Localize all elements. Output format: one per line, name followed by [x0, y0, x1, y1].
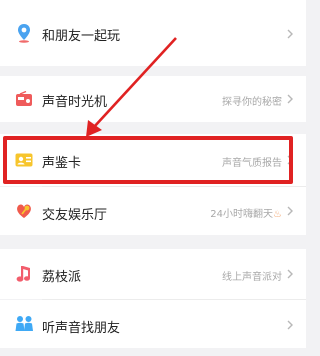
chevron-right-icon: [287, 206, 293, 216]
menu-item-label: 和朋友一起玩: [42, 29, 121, 44]
menu-item-label: 听声音找朋友: [42, 321, 121, 336]
menu-item-subtitle: 声音气质报告: [222, 158, 282, 169]
menu-item-voice-card[interactable]: 声鉴卡 声音气质报告: [0, 134, 306, 186]
menu-item-voice-find-friends[interactable]: 听声音找朋友: [0, 300, 306, 348]
menu-item-voice-time-machine[interactable]: 声音时光机 探寻你的秘密: [0, 76, 306, 122]
subtitle-text: 24小时嗨翻天: [210, 209, 274, 220]
chevron-right-icon: [287, 320, 293, 330]
menu-item-label: 荔枝派: [42, 270, 82, 285]
people-icon: [14, 314, 34, 334]
menu-item-subtitle: 探寻你的秘密: [222, 97, 282, 108]
chevron-right-icon: [287, 29, 293, 39]
chevron-right-icon: [287, 269, 293, 279]
id-card-icon: [14, 150, 34, 170]
menu-item-play-with-friends[interactable]: 和朋友一起玩: [0, 0, 306, 66]
radio-icon: [14, 89, 34, 109]
menu-item-friend-entertainment[interactable]: 交友娱乐厅 24小时嗨翻天♨: [0, 187, 306, 235]
heart-microphone-icon: [14, 201, 34, 221]
menu-item-label: 交友娱乐厅: [42, 208, 108, 223]
fire-icon: ♨: [273, 209, 282, 220]
chevron-right-icon: [287, 94, 293, 104]
menu-item-label: 声音时光机: [42, 95, 108, 110]
music-note-icon: [14, 264, 34, 284]
menu-item-lychee-party[interactable]: 荔枝派 线上声音派对: [0, 249, 306, 299]
location-pin-icon: [14, 23, 34, 43]
menu-item-subtitle: 线上声音派对: [222, 272, 282, 283]
chevron-right-icon: [287, 155, 293, 165]
menu-item-label: 声鉴卡: [42, 156, 82, 171]
menu-item-subtitle: 24小时嗨翻天♨: [210, 205, 282, 220]
